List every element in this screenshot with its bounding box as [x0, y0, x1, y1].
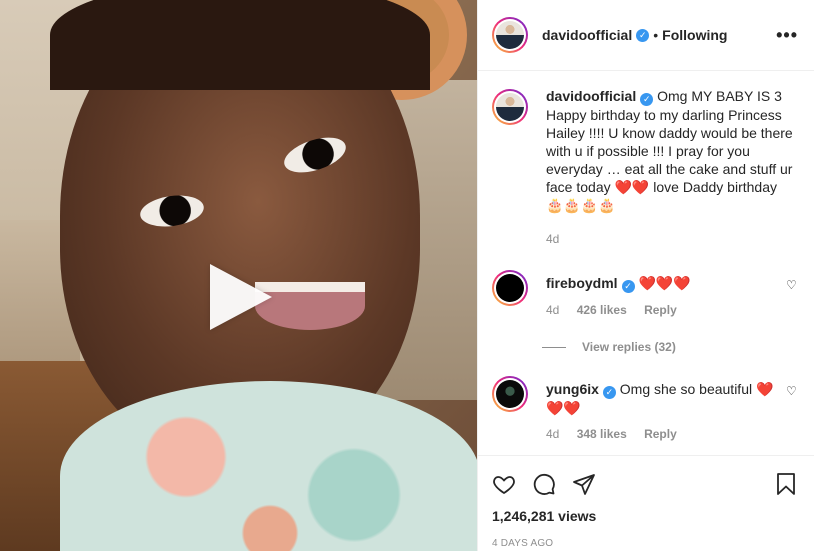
video-child-hair: [50, 0, 430, 90]
paper-plane-icon[interactable]: [572, 472, 596, 496]
heart-icon[interactable]: [492, 472, 516, 496]
verified-badge-icon: ✓: [602, 386, 616, 399]
post-actions: 1,246,281 views 4 DAYS AGO: [478, 455, 814, 551]
reply-button[interactable]: Reply: [644, 427, 677, 441]
more-options-icon[interactable]: •••: [776, 25, 798, 46]
post-side-panel: davidoofficial ✓ • Following ••• davidoo…: [477, 0, 814, 551]
verified-badge-icon: ✓: [636, 28, 650, 42]
author-username[interactable]: davidoofficial: [542, 27, 632, 43]
play-icon[interactable]: [210, 264, 272, 330]
comments-section: davidoofficial ✓ Omg MY BABY IS 3 Happy b…: [478, 71, 814, 455]
comment-username[interactable]: fireboydml: [546, 275, 618, 291]
replies-divider: [542, 346, 566, 348]
commenter-avatar[interactable]: [492, 376, 528, 412]
post-header: davidoofficial ✓ • Following •••: [478, 0, 814, 71]
commenter-avatar[interactable]: [492, 270, 528, 306]
view-count[interactable]: 1,246,281 views: [492, 508, 798, 524]
action-icons: [492, 464, 798, 504]
comment-like-heart-icon[interactable]: ♡: [786, 278, 798, 292]
comment-row: yung6ix ✓ Omg she so beautiful ❤️❤️❤️ 4d …: [492, 374, 798, 443]
comment-icon[interactable]: [532, 472, 556, 496]
following-button[interactable]: Following: [662, 27, 727, 43]
caption: davidoofficial ✓ Omg MY BABY IS 3 Happy b…: [546, 87, 798, 214]
verified-badge-icon: ✓: [621, 280, 635, 293]
author-avatar[interactable]: [492, 17, 528, 53]
comment-text: ❤️❤️❤️: [638, 275, 691, 291]
comment-row: fireboydml ✓ ❤️❤️❤️ 4d 426 likes Reply ♡: [492, 268, 798, 319]
author-avatar[interactable]: [492, 89, 528, 125]
instagram-post: davidoofficial ✓ • Following ••• davidoo…: [0, 0, 814, 551]
comment-likes[interactable]: 348 likes: [577, 427, 627, 441]
reply-button[interactable]: Reply: [644, 303, 677, 317]
caption-meta: 4d: [546, 230, 798, 248]
caption-username[interactable]: davidoofficial: [546, 88, 636, 104]
view-replies-label[interactable]: View replies (32): [582, 340, 676, 354]
post-video[interactable]: [0, 0, 477, 551]
post-timestamp[interactable]: 4 DAYS AGO: [492, 538, 798, 549]
separator-dot: •: [653, 27, 659, 43]
comment-like-heart-icon[interactable]: ♡: [786, 384, 798, 398]
comment-age[interactable]: 4d: [546, 427, 559, 441]
view-replies[interactable]: View replies (32): [542, 340, 798, 354]
comment-username[interactable]: yung6ix: [546, 381, 599, 397]
comment-likes[interactable]: 426 likes: [577, 303, 627, 317]
caption-row: davidoofficial ✓ Omg MY BABY IS 3 Happy b…: [492, 87, 798, 248]
verified-badge-icon: ✓: [640, 93, 654, 106]
bookmark-icon[interactable]: [774, 472, 798, 496]
caption-text: Omg MY BABY IS 3 Happy birthday to my da…: [546, 88, 793, 213]
comment-age[interactable]: 4d: [546, 303, 559, 317]
caption-age[interactable]: 4d: [546, 232, 559, 246]
